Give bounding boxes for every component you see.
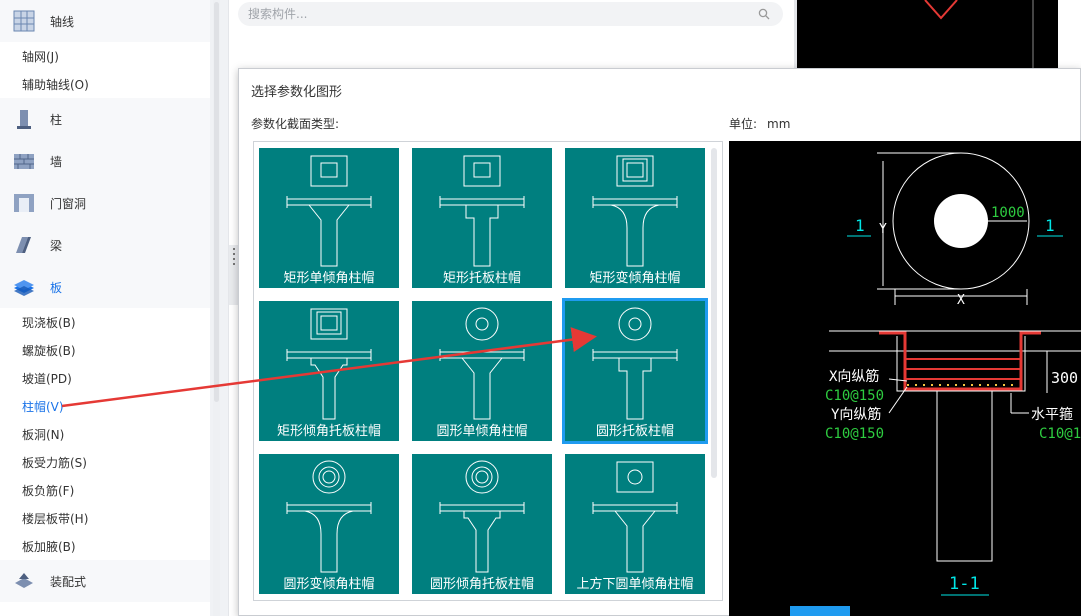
sidebar-item-slab-neg-rebar[interactable]: 板负筋(F) [0,476,210,504]
sidebar-item-axis-grid[interactable]: 轴网(J) [0,42,210,70]
sidebar-item-aux-axis[interactable]: 辅助轴线(O) [0,70,210,98]
diameter-label: 1000 [991,205,1025,221]
parametric-shape-dialog: 选择参数化图形 参数化截面类型: 单位: mm 矩形单倾角柱帽 矩形托板柱帽 矩形变倾… [238,68,1081,616]
shape-label: 矩形变倾角柱帽 [589,271,681,286]
sidebar-item-ramp[interactable]: 坡道(PD) [0,364,210,392]
sidebar-item-slab-hole[interactable]: 板洞(N) [0,420,210,448]
panel-resize-handle[interactable] [229,245,238,305]
sidebar-category-label: 梁 [50,238,63,253]
sidebar-scrollbar-thumb[interactable] [214,2,219,402]
y-rebar-spec: C10@150 [825,426,884,442]
shape-option[interactable]: 圆形托板柱帽 [562,298,708,444]
shape-label: 矩形倾角托板柱帽 [276,424,381,439]
shape-label: 矩形单倾角柱帽 [283,271,375,286]
section-type-label: 参数化截面类型: [251,117,340,131]
section-title: 1-1 [949,574,980,594]
height-label: 300 [1051,369,1078,387]
sidebar-category-label: 板 [50,280,63,295]
column-icon [17,110,31,129]
sidebar-category-axis[interactable]: 轴线 [0,0,210,42]
sidebar-category-label: 门窗洞 [50,196,87,211]
shape-label: 圆形托板柱帽 [595,424,674,439]
shape-label: 圆形单倾角柱帽 [436,424,528,439]
x-rebar-label: X向纵筋 [829,368,879,385]
sidebar-item-floor-strip[interactable]: 楼层板带(H) [0,504,210,532]
shape-option[interactable]: 矩形单倾角柱帽 [259,148,399,288]
unit-caption: 单位: [729,117,758,131]
sidebar-item-slab-haunch[interactable]: 板加腋(B) [0,532,210,560]
shape-option[interactable]: 圆形倾角托板柱帽 [412,454,552,594]
shape-grid-scrollbar[interactable] [711,148,717,478]
sidebar-category-label: 墙 [50,154,63,169]
sidebar-category-prefab[interactable]: 装配式 [0,560,210,602]
shape-option[interactable]: 矩形托板柱帽 [412,148,552,288]
sidebar-category-label: 轴线 [50,14,75,29]
door-window-icon [14,194,34,212]
shape-option[interactable]: 上方下圆单倾角柱帽 [565,454,705,594]
dim-x-label: X [957,293,965,308]
preview-drawing: 1000 Y X 1 1 300 X向纵筋 C10@150 Y向纵筋 C10@1… [825,152,1081,596]
search-icon[interactable] [758,8,770,20]
dim-y-label: Y [879,222,887,237]
sidebar-item-spiral-slab[interactable]: 螺旋板(B) [0,336,210,364]
sidebar-item-column-cap[interactable]: 柱帽(V) [0,392,210,420]
component-sidebar: 轴线 轴网(J) 辅助轴线(O) 柱 墙 门窗洞 梁 板 现浇板(B) 螺旋板(… [0,0,210,616]
sidebar-category-label: 柱 [50,112,63,127]
sidebar-category-column[interactable]: 柱 [0,98,210,140]
section-mark-left: 1 [855,216,865,235]
sidebar-category-beam[interactable]: 梁 [0,224,210,266]
shape-option[interactable]: 矩形倾角托板柱帽 [259,301,399,441]
sidebar-category-slab[interactable]: 板 [0,266,210,308]
shape-option[interactable]: 圆形单倾角柱帽 [412,301,552,441]
shape-label: 矩形托板柱帽 [442,271,521,286]
sidebar-category-label: 装配式 [50,574,87,589]
shape-preview: 1000 Y X 1 1 300 X向纵筋 C10@150 Y向纵筋 C10@1… [729,141,1081,616]
confirm-button[interactable] [790,606,850,616]
sidebar-item-slab-main-rebar[interactable]: 板受力筋(S) [0,448,210,476]
search-input[interactable] [238,2,783,26]
dialog-title: 选择参数化图形 [251,85,343,100]
sidebar-scrollbar[interactable] [213,0,220,616]
y-rebar-label: Y向纵筋 [831,406,881,423]
x-rebar-spec: C10@150 [825,388,884,404]
shape-grid: 矩形单倾角柱帽 矩形托板柱帽 矩形变倾角柱帽矩形倾角托板柱帽 圆形单倾角柱帽 圆形托板柱… [253,141,723,601]
h-rebar-spec: C10@1 [1039,426,1081,442]
section-mark-right: 1 [1045,216,1055,235]
sidebar-category-door-window[interactable]: 门窗洞 [0,182,210,224]
h-rebar-label: 水平箍 [1031,406,1073,423]
unit-label: 单位: mm [729,115,790,132]
beam-icon [16,237,31,253]
cad-viewport[interactable] [797,0,1081,70]
unit-value: mm [767,117,791,131]
prefab-icon [15,573,33,588]
wall-icon [14,154,34,169]
slab-icon [14,280,34,296]
cad-drawing-fragment [924,0,1034,70]
shape-option[interactable]: 圆形变倾角柱帽 [259,454,399,594]
shape-option[interactable]: 矩形变倾角柱帽 [565,148,705,288]
sidebar-category-wall[interactable]: 墙 [0,140,210,182]
shape-label: 上方下圆单倾角柱帽 [576,577,694,592]
grid-icon [13,10,35,32]
sidebar-item-cast-slab[interactable]: 现浇板(B) [0,308,210,336]
shape-label: 圆形变倾角柱帽 [283,577,375,592]
shape-label: 圆形倾角托板柱帽 [429,577,534,592]
